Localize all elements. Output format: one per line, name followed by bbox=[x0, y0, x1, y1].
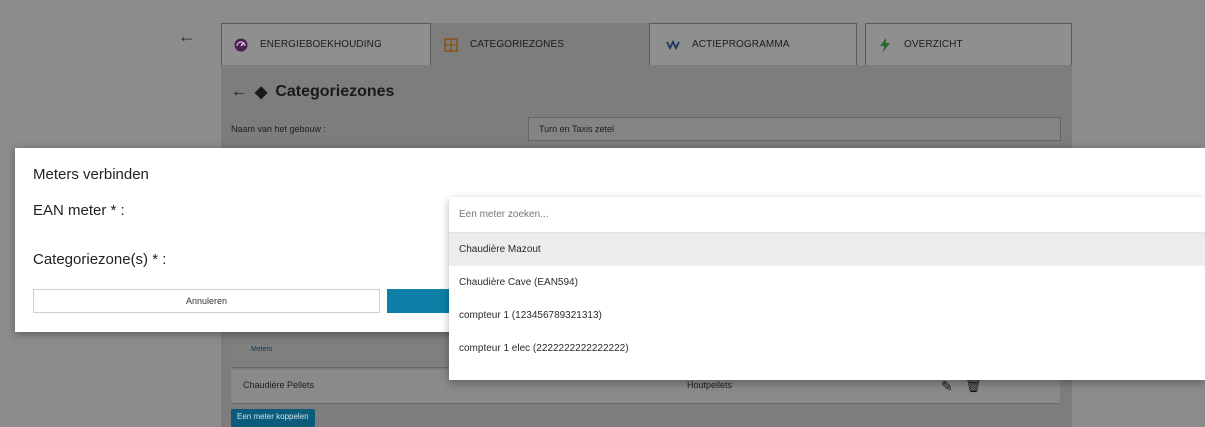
tab-label: CATEGORIEZONES bbox=[470, 39, 565, 50]
link-meter-button[interactable]: Een meter koppelen bbox=[231, 409, 315, 427]
dropdown-option[interactable]: Chaudière Cave (EAN594) bbox=[449, 266, 1205, 299]
tab-actieprogramma[interactable]: ACTIEPROGRAMMA bbox=[649, 23, 857, 65]
tab-energieboekhouding[interactable]: ENERGIEBOEKHOUDING bbox=[221, 23, 431, 65]
delete-icon[interactable]: 🗑 bbox=[965, 378, 982, 394]
dialog-title: Meters verbinden bbox=[33, 166, 149, 183]
category-zone-label: Categoriezone(s) * : bbox=[33, 251, 167, 268]
tab-label: OVERZICHT bbox=[904, 39, 963, 50]
confirm-button[interactable] bbox=[387, 289, 449, 313]
cancel-button[interactable]: Annuleren bbox=[33, 289, 380, 313]
grid-zones-icon bbox=[444, 37, 458, 52]
meter-dropdown: Chaudière Mazout Chaudière Cave (EAN594)… bbox=[449, 197, 1205, 380]
building-label: Naam van het gebouw : bbox=[231, 124, 327, 134]
back-arrow-icon[interactable]: ← bbox=[178, 26, 196, 47]
tab-categoriezones[interactable]: CATEGORIEZONES bbox=[431, 23, 649, 65]
layers-icon: ◆ bbox=[255, 84, 268, 101]
bolt-icon bbox=[878, 37, 892, 52]
building-name-field[interactable]: Turn en Taxis zetel bbox=[528, 117, 1061, 141]
dropdown-option[interactable]: Chaudière Mazout bbox=[449, 233, 1205, 266]
meter-search-input[interactable] bbox=[449, 197, 1205, 233]
tab-label: ACTIEPROGRAMMA bbox=[692, 39, 790, 50]
column-header-meters: Meters bbox=[251, 346, 273, 353]
dropdown-option[interactable]: compteur 1 (123456789321313) bbox=[449, 299, 1205, 332]
back-arrow-icon[interactable]: ← bbox=[231, 83, 247, 101]
page-title: ← ◆ Categoriezones bbox=[231, 82, 394, 102]
meter-type-cell: Houtpellets bbox=[687, 380, 733, 390]
dropdown-option[interactable]: compteur 1 elec (2222222222222222) bbox=[449, 332, 1205, 365]
tab-overzicht[interactable]: OVERZICHT bbox=[865, 23, 1072, 65]
tab-label: ENERGIEBOEKHOUDING bbox=[260, 39, 382, 50]
wave-icon bbox=[666, 38, 680, 52]
meter-name-cell: Chaudière Pellets bbox=[243, 380, 315, 390]
page-title-text: Categoriezones bbox=[275, 83, 395, 100]
edit-icon[interactable]: ✎ bbox=[941, 378, 953, 395]
ean-meter-label: EAN meter * : bbox=[33, 202, 125, 219]
gauge-icon bbox=[234, 38, 248, 52]
